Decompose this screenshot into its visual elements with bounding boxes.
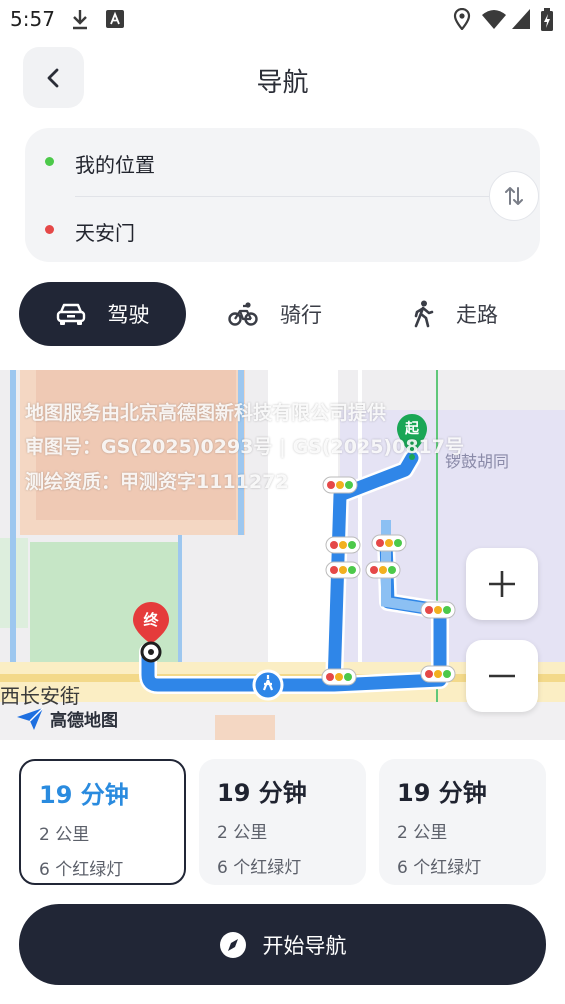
tab-ride-label: 骑行 bbox=[280, 303, 322, 327]
start-navigation-label: 开始导航 bbox=[262, 933, 347, 958]
traffic-light-icon bbox=[321, 668, 357, 686]
car-icon bbox=[56, 303, 85, 325]
page-title: 导航 bbox=[256, 68, 309, 98]
route-option-card[interactable]: 19 分钟 2 公里 6 个红绿灯 bbox=[19, 759, 186, 885]
destination-dot-icon bbox=[45, 225, 54, 234]
route-map[interactable]: 起 终 锣鼓胡同 西长安街 地图服务由北京高德图新科技有限公司提供 审图号：GS… bbox=[0, 370, 565, 740]
route-divider bbox=[75, 196, 505, 197]
route-option-time: 19 分钟 bbox=[39, 781, 129, 809]
walk-icon bbox=[414, 300, 434, 328]
traffic-light-icon bbox=[420, 665, 456, 683]
tab-walk-label: 走路 bbox=[456, 303, 498, 327]
wifi-icon bbox=[482, 10, 506, 29]
route-option-card[interactable]: 19 分钟 2 公里 6 个红绿灯 bbox=[379, 759, 546, 885]
route-option-distance: 2 公里 bbox=[217, 823, 268, 843]
swap-route-button[interactable] bbox=[489, 171, 539, 221]
route-option-lights: 6 个红绿灯 bbox=[217, 858, 302, 878]
tab-drive-label: 驾驶 bbox=[107, 303, 150, 327]
swap-icon bbox=[505, 187, 523, 205]
start-navigation-button[interactable]: 开始导航 bbox=[19, 904, 546, 985]
status-time: 5:57 bbox=[10, 7, 55, 31]
tab-drive[interactable]: 驾驶 bbox=[19, 282, 186, 346]
end-marker: 终 bbox=[133, 602, 169, 664]
route-option-time: 19 分钟 bbox=[217, 779, 307, 807]
route-option-lights: 6 个红绿灯 bbox=[397, 858, 482, 878]
app-notification-icon bbox=[106, 10, 124, 28]
battery-charging-icon bbox=[541, 8, 553, 31]
amap-logo-icon bbox=[17, 707, 44, 730]
street-label: 西长安街 bbox=[0, 684, 80, 708]
traffic-light-icon bbox=[365, 561, 401, 579]
map-logo-text: 高德地图 bbox=[50, 711, 118, 731]
tab-walk[interactable]: 走路 bbox=[385, 282, 525, 346]
traffic-light-icon bbox=[325, 536, 361, 554]
origin-dot-icon bbox=[45, 157, 54, 166]
traffic-light-icon bbox=[325, 561, 361, 579]
traffic-light-icon bbox=[420, 601, 456, 619]
minus-icon bbox=[489, 674, 515, 678]
route-option-time: 19 分钟 bbox=[397, 779, 487, 807]
signal-icon bbox=[512, 9, 530, 29]
map-watermark-line: 地图服务由北京高德图新科技有限公司提供 bbox=[25, 402, 387, 424]
traffic-light-icon bbox=[322, 476, 358, 494]
map-watermark-line: 审图号：GS(2025)0293号 | GS(2025)0817号 bbox=[25, 436, 464, 458]
download-icon bbox=[73, 10, 87, 30]
compass-icon bbox=[219, 931, 246, 958]
route-option-lights: 6 个红绿灯 bbox=[39, 860, 124, 880]
route-option-distance: 2 公里 bbox=[39, 825, 90, 845]
map-logo: 高德地图 bbox=[16, 706, 118, 731]
end-marker-label: 终 bbox=[143, 611, 159, 629]
zoom-out-button[interactable] bbox=[466, 640, 538, 712]
origin-input[interactable]: 我的位置 bbox=[75, 149, 155, 178]
location-icon bbox=[453, 8, 471, 30]
plus-icon bbox=[489, 571, 515, 597]
route-option-card[interactable]: 19 分钟 2 公里 6 个红绿灯 bbox=[199, 759, 366, 885]
route-option-distance: 2 公里 bbox=[397, 823, 448, 843]
tab-ride[interactable]: 骑行 bbox=[205, 282, 345, 346]
traffic-light-icon bbox=[371, 534, 407, 552]
map-watermark-line: 测绘资质：甲测资字1111272 bbox=[25, 471, 289, 493]
zoom-in-button[interactable] bbox=[466, 548, 538, 620]
bike-icon bbox=[228, 302, 258, 326]
destination-input[interactable]: 天安门 bbox=[75, 217, 135, 246]
status-bar: 5:57 bbox=[0, 0, 565, 38]
